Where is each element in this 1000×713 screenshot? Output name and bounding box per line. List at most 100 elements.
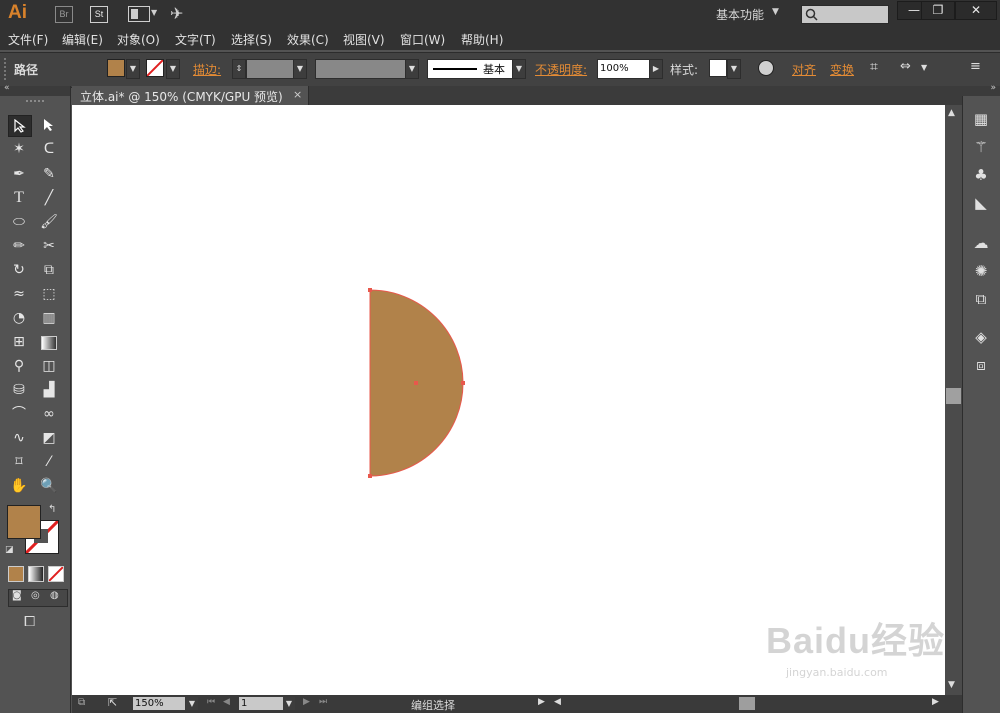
menu-select[interactable]: 选择(S) bbox=[231, 31, 272, 48]
curvature-tool[interactable]: ✎ bbox=[38, 164, 60, 184]
line-tool[interactable]: ╱ bbox=[38, 188, 60, 208]
none-mode-button[interactable] bbox=[48, 566, 64, 582]
menu-edit[interactable]: 编辑(E) bbox=[62, 31, 103, 48]
close-tab-icon[interactable]: × bbox=[293, 88, 302, 101]
arrange-caret-icon[interactable]: ▼ bbox=[151, 8, 157, 17]
stock-button[interactable]: St bbox=[90, 6, 108, 23]
select-similar-caret-icon[interactable]: ▼ bbox=[921, 63, 927, 72]
anchor-point-top[interactable] bbox=[368, 288, 372, 292]
gpu-status-icon[interactable]: ⧉ bbox=[78, 697, 85, 708]
artboard-number-field[interactable]: 1 bbox=[239, 697, 283, 710]
next-artboard-icon[interactable]: ▶ bbox=[303, 697, 310, 707]
scale-tool[interactable]: ⧉ bbox=[38, 260, 60, 280]
shape-builder-tool[interactable]: ◔ bbox=[8, 308, 30, 328]
fill-swatch[interactable] bbox=[107, 59, 125, 77]
paintbrush-tool[interactable]: 🖌 bbox=[38, 212, 60, 232]
gradient-mode-button[interactable] bbox=[28, 566, 44, 582]
expand-panels-icon[interactable]: » bbox=[990, 83, 996, 93]
arrange-documents-icon[interactable] bbox=[128, 6, 150, 22]
brush-definition-dropdown[interactable]: 基本 bbox=[427, 59, 513, 79]
symbols-panel-button[interactable]: ♣ bbox=[966, 164, 996, 186]
anchor-point-bottom[interactable] bbox=[368, 474, 372, 478]
zoom-field[interactable]: 150% bbox=[133, 697, 185, 710]
magic-wand-tool[interactable]: ✶ bbox=[8, 139, 30, 159]
zoom-tool[interactable]: 🔍 bbox=[38, 476, 60, 496]
libraries-panel-button[interactable]: ☁ bbox=[966, 232, 996, 254]
variable-width-profile-dropdown[interactable] bbox=[315, 59, 407, 79]
rotate-tool[interactable]: ↻ bbox=[8, 260, 30, 280]
lasso-tool[interactable]: ᑕ bbox=[38, 139, 60, 159]
panel-menu-icon[interactable]: ≡ bbox=[970, 59, 981, 74]
artboards-panel-button[interactable]: ⧈ bbox=[966, 354, 996, 376]
recolor-artwork-icon[interactable] bbox=[758, 60, 774, 76]
tools-panel-header[interactable]: « bbox=[0, 83, 70, 96]
ellipse-tool[interactable]: ⬭ bbox=[8, 212, 30, 232]
scissors-tool[interactable]: ✂ bbox=[38, 236, 60, 256]
menu-window[interactable]: 窗口(W) bbox=[400, 31, 445, 48]
color-mode-button[interactable] bbox=[8, 566, 24, 582]
status-menu-arrow[interactable]: ▶ bbox=[538, 697, 545, 707]
chevron-down-icon[interactable]: ▼ bbox=[772, 7, 779, 17]
scroll-right-icon[interactable]: ▶ bbox=[932, 697, 939, 707]
pencil-tool[interactable]: ✏ bbox=[8, 236, 30, 256]
stroke-weight-field[interactable] bbox=[246, 59, 294, 79]
select-similar-icon[interactable]: ⇔ bbox=[900, 59, 911, 74]
prev-artboard-icon[interactable]: ◀ bbox=[223, 697, 230, 707]
layers-panel-button[interactable]: ◈ bbox=[966, 326, 996, 348]
bridge-button[interactable]: Br bbox=[55, 6, 73, 23]
selection-tool[interactable] bbox=[8, 115, 32, 137]
stroke-weight-dropdown-arrow[interactable]: ▼ bbox=[293, 59, 307, 79]
vertical-scroll-thumb[interactable] bbox=[946, 388, 961, 404]
eraser-tool[interactable]: ∿ bbox=[8, 428, 30, 448]
artboard-dropdown-arrow[interactable]: ▼ bbox=[283, 697, 295, 710]
menu-type[interactable]: 文字(T) bbox=[175, 31, 216, 48]
graphic-styles-panel-button[interactable]: ◣ bbox=[966, 192, 996, 214]
gpu-performance-icon[interactable]: ✈ bbox=[170, 4, 183, 23]
free-transform-tool[interactable]: ⬚ bbox=[38, 284, 60, 304]
style-dropdown-arrow[interactable]: ▼ bbox=[727, 59, 741, 79]
appearance-panel-button[interactable]: ✺ bbox=[966, 260, 996, 282]
share-icon[interactable]: ⇱ bbox=[108, 696, 117, 709]
profile-dropdown-arrow[interactable]: ▼ bbox=[405, 59, 419, 79]
swap-fill-stroke-icon[interactable]: ↰ bbox=[48, 504, 56, 515]
hand-tool[interactable]: ✋ bbox=[8, 476, 30, 496]
width-tool[interactable]: ≈ bbox=[8, 284, 30, 304]
menu-help[interactable]: 帮助(H) bbox=[461, 31, 503, 48]
gradient-tool[interactable] bbox=[38, 332, 60, 352]
scroll-down-icon[interactable]: ▼ bbox=[948, 680, 955, 690]
brushes-panel-button[interactable]: ⚚ bbox=[966, 136, 996, 158]
graphic-style-swatch[interactable] bbox=[709, 59, 727, 77]
perspective-grid-tool[interactable]: ▥ bbox=[38, 308, 60, 328]
grip-icon[interactable] bbox=[4, 58, 10, 80]
eyedropper-tool[interactable]: ⚲ bbox=[8, 356, 30, 376]
collapse-icon[interactable]: « bbox=[4, 83, 10, 93]
scroll-up-icon[interactable]: ▲ bbox=[948, 108, 955, 118]
column-graph-tool[interactable]: ▟ bbox=[38, 380, 60, 400]
brush-dropdown-arrow[interactable]: ▼ bbox=[512, 59, 526, 79]
opacity-slider-arrow[interactable]: ▶ bbox=[649, 59, 663, 79]
stroke-weight-stepper[interactable]: ⇕ bbox=[232, 59, 246, 79]
menu-file[interactable]: 文件(F) bbox=[8, 31, 48, 48]
first-artboard-icon[interactable]: ⏮ bbox=[207, 697, 215, 707]
stroke-dropdown-arrow[interactable]: ▼ bbox=[166, 59, 180, 79]
slice-tool[interactable]: ∞ bbox=[38, 404, 60, 424]
search-input[interactable] bbox=[801, 5, 889, 24]
draw-inside-icon[interactable]: ◍ bbox=[50, 590, 59, 601]
type-tool[interactable]: T bbox=[8, 188, 30, 208]
artboard-canvas[interactable] bbox=[72, 105, 945, 695]
isolate-object-icon[interactable]: ⌗ bbox=[870, 59, 878, 75]
align-link[interactable]: 对齐 bbox=[792, 61, 816, 78]
restore-button[interactable]: ❐ bbox=[921, 1, 955, 20]
draw-behind-icon[interactable]: ◎ bbox=[31, 590, 40, 601]
artboard-crop-tool[interactable]: ⌑ bbox=[8, 452, 30, 472]
artboard-tool[interactable]: ⌒ bbox=[8, 404, 30, 424]
mesh-tool[interactable]: ⊞ bbox=[8, 332, 30, 352]
transform-link[interactable]: 变换 bbox=[830, 61, 854, 78]
zoom-dropdown-arrow[interactable]: ▼ bbox=[186, 697, 198, 710]
tools-grip-icon[interactable] bbox=[26, 100, 44, 105]
menu-effect[interactable]: 效果(C) bbox=[287, 31, 329, 48]
opacity-field[interactable]: 100% bbox=[597, 59, 651, 79]
opacity-link[interactable]: 不透明度: bbox=[535, 61, 587, 78]
screen-mode-icon[interactable]: ⧠ bbox=[24, 614, 35, 630]
stroke-swatch[interactable] bbox=[146, 59, 164, 77]
